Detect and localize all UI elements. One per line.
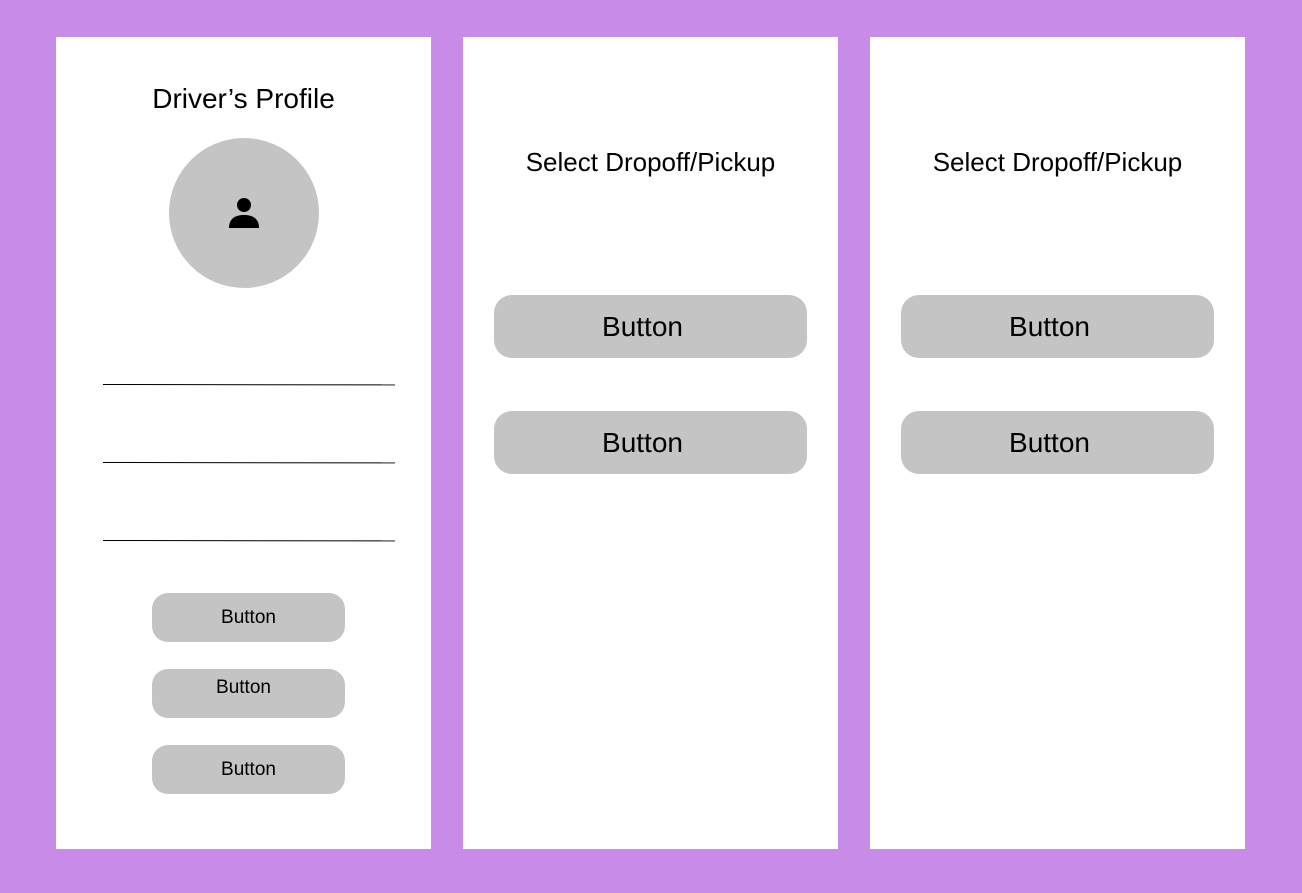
page-title: Select Dropoff/Pickup — [525, 147, 776, 177]
button-label: Button — [221, 606, 276, 628]
profile-button-2[interactable]: Button — [152, 669, 345, 718]
profile-field-1[interactable] — [102, 384, 396, 386]
profile-button-3[interactable]: Button — [152, 745, 345, 794]
button-label: Button — [602, 426, 683, 458]
avatar[interactable] — [169, 138, 319, 288]
select-button-2[interactable]: Button — [494, 411, 807, 474]
button-label: Button — [216, 676, 271, 698]
button-label: Button — [221, 758, 276, 780]
select-button-2[interactable]: Button — [901, 411, 1214, 474]
profile-field-2[interactable] — [102, 462, 396, 464]
button-label: Button — [1009, 310, 1090, 342]
select-dropoff-pickup-screen: Select Dropoff/Pickup Button Button — [870, 37, 1245, 849]
select-dropoff-pickup-screen: Select Dropoff/Pickup Button Button — [463, 37, 838, 849]
select-button-1[interactable]: Button — [901, 295, 1214, 358]
profile-field-3[interactable] — [102, 540, 396, 542]
button-label: Button — [1009, 426, 1090, 458]
button-label: Button — [602, 310, 683, 342]
page-title: Driver’s Profile — [152, 83, 335, 114]
profile-button-1[interactable]: Button — [152, 593, 345, 642]
select-button-1[interactable]: Button — [494, 295, 807, 358]
person-icon — [229, 198, 259, 228]
page-title: Select Dropoff/Pickup — [932, 147, 1183, 177]
driver-profile-screen: Driver’s Profile Button Button Button — [56, 37, 431, 849]
